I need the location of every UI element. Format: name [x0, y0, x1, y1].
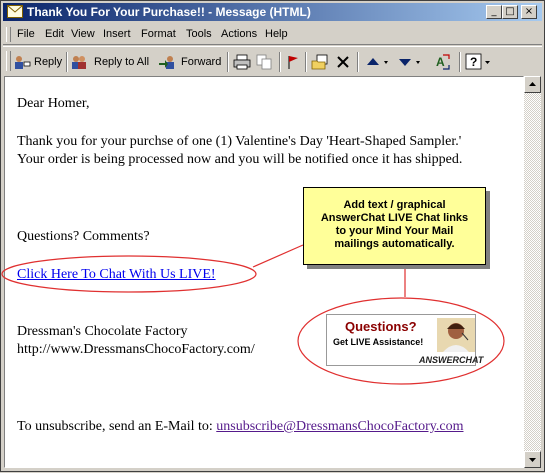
reply-all-button[interactable]: Reply to All: [71, 52, 149, 72]
message-body[interactable]: Dear Homer, Thank you for your purchse o…: [4, 76, 524, 468]
menu-format[interactable]: Format: [141, 28, 176, 40]
move-to-folder-icon: [311, 54, 328, 70]
window-title: Thank You For Your Purchase!! - Message …: [27, 5, 311, 19]
toolbar-separator: [357, 52, 359, 72]
copy-button[interactable]: [255, 52, 273, 72]
questions-text: Questions? Comments?: [17, 229, 150, 244]
print-icon: [233, 54, 251, 70]
reply-label: Reply: [34, 56, 63, 68]
address-book-button[interactable]: A: [433, 52, 451, 72]
title-bar[interactable]: Thank You For Your Purchase!! - Message …: [3, 3, 542, 21]
svg-text:A: A: [436, 55, 445, 69]
menu-file[interactable]: File: [17, 28, 35, 40]
menu-bar: File Edit View Insert Format Tools Actio…: [3, 24, 542, 45]
delete-icon: [337, 56, 349, 68]
unsubscribe-prefix: To unsubscribe, send an E-Mail to:: [17, 419, 213, 434]
menu-view[interactable]: View: [71, 28, 95, 40]
scroll-down-button[interactable]: [524, 451, 541, 468]
support-agent-photo: [437, 318, 475, 352]
reply-all-label: Reply to All: [94, 56, 150, 68]
body-line-2: Your order is being processed now and yo…: [17, 152, 463, 167]
answerchat-ad[interactable]: Questions? Get LIVE Assistance! ANSWERCH…: [326, 314, 483, 366]
unsubscribe-text: To unsubscribe, send an E-Mail to: unsub…: [17, 418, 463, 436]
toolbar: Reply Reply to All Forward A ?: [3, 46, 542, 75]
ad-headline: Questions?: [345, 319, 417, 334]
menu-help[interactable]: Help: [265, 28, 288, 40]
flag-button[interactable]: [285, 52, 301, 72]
scroll-up-button[interactable]: [524, 76, 541, 93]
maximize-icon: □: [505, 6, 515, 17]
chat-link[interactable]: Click Here To Chat With Us LIVE!: [17, 266, 216, 284]
menu-edit[interactable]: Edit: [45, 28, 64, 40]
toolbar-separator: [459, 52, 461, 72]
envelope-icon: [7, 5, 23, 18]
toolbar-separator: [305, 52, 307, 72]
vertical-scrollbar[interactable]: [524, 76, 541, 468]
previous-item-button[interactable]: [365, 52, 391, 72]
ad-subline: Get LIVE Assistance!: [333, 337, 424, 347]
body-line-1: Thank you for your purchse of one (1) Va…: [17, 134, 462, 149]
svg-text:?: ?: [470, 55, 477, 69]
print-button[interactable]: [233, 52, 251, 72]
close-icon: ×: [524, 6, 534, 17]
menu-actions[interactable]: Actions: [221, 28, 257, 40]
menu-grip[interactable]: [6, 27, 11, 42]
next-item-button[interactable]: [397, 52, 423, 72]
unsubscribe-email-link[interactable]: unsubscribe@DressmansChocoFactory.com: [216, 419, 463, 434]
message-window: Thank You For Your Purchase!! - Message …: [0, 0, 545, 472]
delete-button[interactable]: [335, 52, 351, 72]
company-name: Dressman's Chocolate Factory: [17, 324, 188, 339]
callout-line-1: Add text / graphical: [343, 199, 446, 211]
minimize-button[interactable]: _: [486, 5, 502, 19]
menu-insert[interactable]: Insert: [103, 28, 131, 40]
forward-button[interactable]: Forward: [158, 52, 221, 72]
help-icon: ?: [465, 53, 490, 70]
toolbar-separator: [279, 52, 281, 72]
flag-icon: [288, 56, 298, 69]
close-button[interactable]: ×: [521, 5, 537, 19]
toolbar-grip[interactable]: [6, 51, 11, 71]
copy-icon: [256, 54, 272, 70]
callout-line-4: mailings automatically.: [334, 238, 455, 250]
forward-label: Forward: [181, 56, 222, 68]
answerchat-logo: ANSWERCHAT: [419, 355, 484, 365]
minimize-icon: _: [491, 6, 497, 17]
callout-note: Add text / graphical AnswerChat LIVE Cha…: [303, 187, 486, 265]
menu-tools[interactable]: Tools: [186, 28, 212, 40]
callout-line-3: to your Mind Your Mail: [335, 225, 454, 237]
scroll-track[interactable]: [524, 93, 541, 451]
company-url: http://www.DressmansChocoFactory.com/: [17, 342, 255, 357]
arrow-up-icon: [529, 82, 536, 86]
maximize-button[interactable]: □: [502, 5, 518, 19]
previous-item-icon: [367, 58, 388, 65]
help-button[interactable]: ?: [465, 52, 493, 72]
toolbar-separator: [66, 52, 68, 72]
reply-all-icon: [72, 56, 86, 69]
address-book-icon: A: [436, 54, 450, 70]
callout-line-2: AnswerChat LIVE Chat links: [320, 212, 469, 224]
reply-button[interactable]: Reply: [13, 52, 62, 72]
next-item-icon: [399, 59, 420, 66]
greeting: Dear Homer,: [17, 96, 90, 111]
move-to-folder-button[interactable]: [311, 52, 329, 72]
forward-icon: [159, 56, 174, 69]
reply-icon: [15, 56, 31, 69]
arrow-down-icon: [529, 458, 536, 462]
toolbar-separator: [227, 52, 229, 72]
